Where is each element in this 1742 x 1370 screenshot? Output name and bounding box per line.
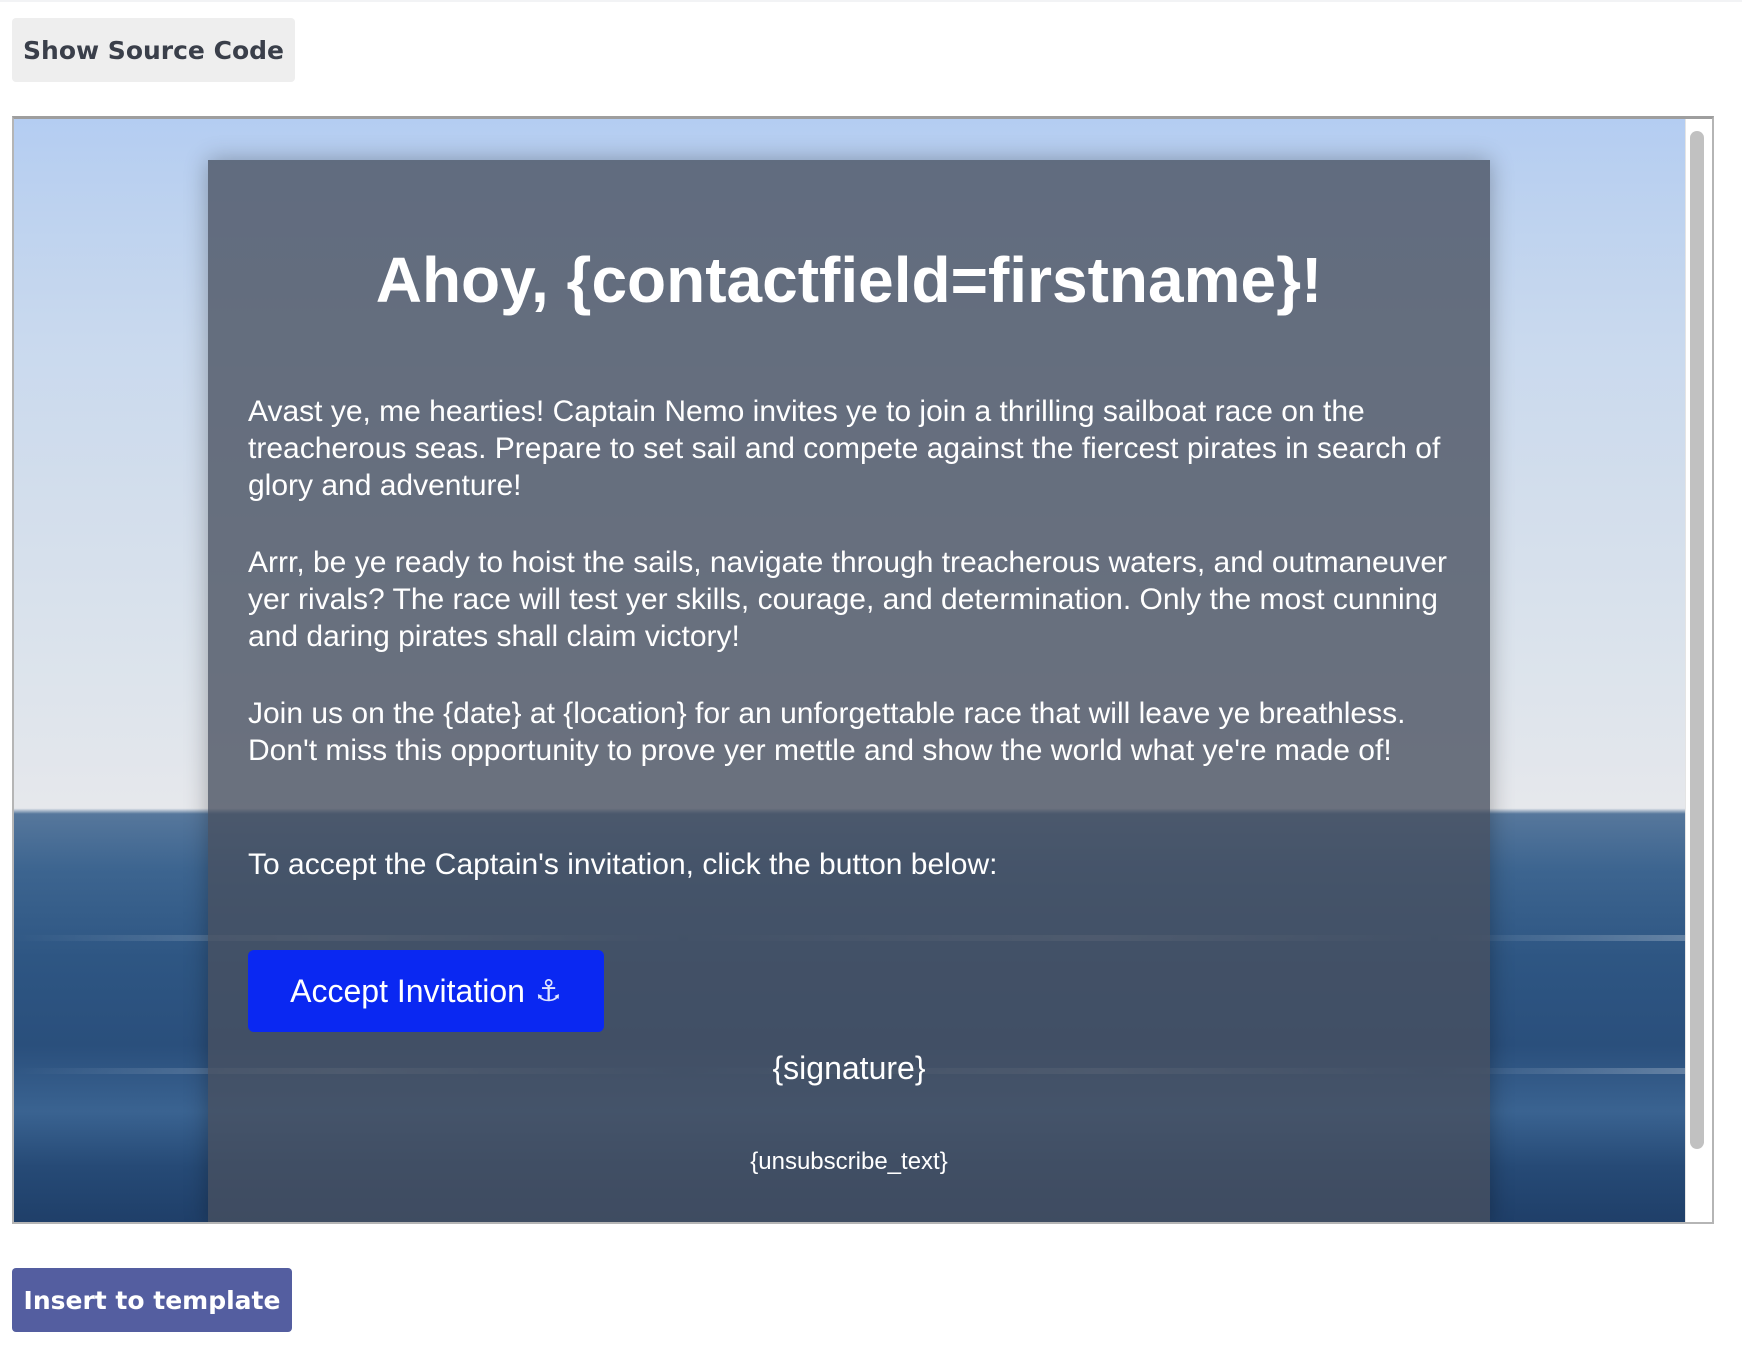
email-heading: Ahoy, {contactfield=firstname}! <box>375 244 1323 316</box>
top-divider <box>0 0 1742 2</box>
anchor-icon: ⚓ <box>534 973 562 1009</box>
scrollbar-thumb[interactable] <box>1690 131 1704 1149</box>
email-paragraph: Join us on the {date} at {location} for … <box>248 697 1406 767</box>
unsubscribe-link[interactable]: {unsubscribe_text} <box>208 1148 1490 1176</box>
email-paragraph: Avast ye, me hearties! Captain Nemo invi… <box>248 395 1441 502</box>
email-card: Ahoy, {contactfield=firstname}! Avast ye… <box>208 160 1490 1222</box>
preview-scrollbar[interactable] <box>1685 119 1712 1222</box>
email-paragraph: Arrr, be ye ready to hoist the sails, na… <box>248 546 1448 653</box>
email-preview-frame[interactable]: Ahoy, {contactfield=firstname}! Avast ye… <box>12 116 1714 1224</box>
email-paragraph: To accept the Captain's invitation, clic… <box>248 848 998 881</box>
accept-invitation-label: Accept Invitation <box>290 972 525 1009</box>
signature-placeholder: {signature} <box>772 1050 926 1086</box>
insert-to-template-button[interactable]: Insert to template <box>12 1268 292 1332</box>
accept-invitation-button[interactable]: Accept Invitation ⚓ <box>248 950 604 1032</box>
show-source-code-button[interactable]: Show Source Code <box>12 18 295 82</box>
